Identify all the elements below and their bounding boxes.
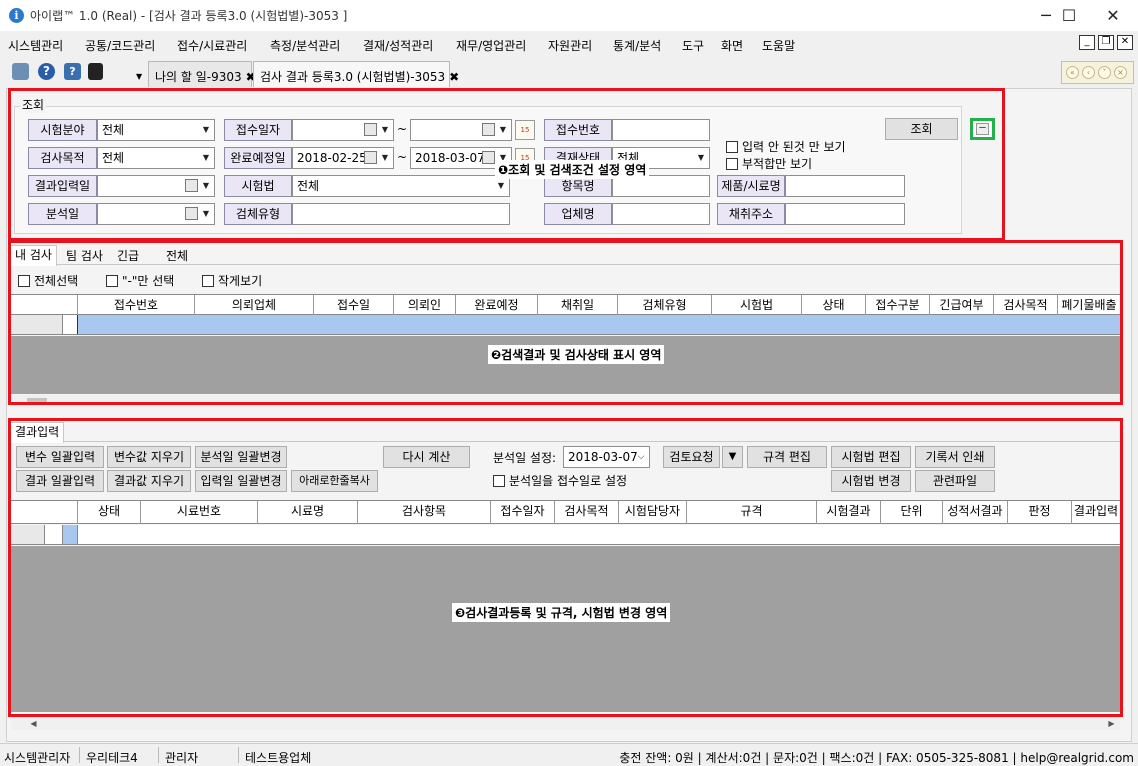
maximize-button[interactable]: ☐ xyxy=(1046,0,1092,31)
mdi-restore-icon[interactable]: ❐ xyxy=(1098,35,1114,50)
nav-close-icon[interactable]: × xyxy=(1114,66,1127,79)
menu-common-code[interactable]: 공통/코드관리 xyxy=(85,37,155,54)
status-divider xyxy=(238,747,239,763)
scroll-right-icon[interactable]: ▶ xyxy=(1105,717,1118,730)
result-horizontal-scrollbar[interactable]: ◀ ▶ xyxy=(11,717,1120,730)
status-test-company: 테스트용업체 xyxy=(245,751,312,765)
manual-icon[interactable]: ? xyxy=(64,63,81,80)
status-divider xyxy=(79,747,80,763)
tab-my-tasks-label: 나의 할 일-9303 xyxy=(155,70,242,84)
window-title: 아이랩™ 1.0 (Real) - [검사 결과 등록3.0 (시험법별)-30… xyxy=(30,9,348,23)
menu-statistics[interactable]: 통계/분석 xyxy=(613,37,661,54)
menu-receipt-sample[interactable]: 접수/시료관리 xyxy=(177,37,247,54)
tab-result-entry[interactable]: 검사 결과 등록3.0 (시험법별)-3053 ✖ xyxy=(253,61,459,87)
tab-close-icon[interactable]: ✖ xyxy=(449,70,459,84)
search-area-caption: ❶조회 및 검색조건 설정 영역 xyxy=(495,160,650,179)
menu-finance-sales[interactable]: 재무/영업관리 xyxy=(456,37,526,54)
toolbar-dropdown-icon[interactable]: ▼ xyxy=(136,72,142,81)
title-bar: i 아이랩™ 1.0 (Real) - [검사 결과 등록3.0 (시험법별)-… xyxy=(0,0,1138,31)
list-icon[interactable] xyxy=(12,63,29,80)
list-area-highlight xyxy=(8,240,1123,405)
result-area-highlight xyxy=(8,418,1123,717)
menu-measure-analysis[interactable]: 측정/분석관리 xyxy=(270,37,340,54)
mdi-minimize-icon[interactable]: _ xyxy=(1079,35,1095,50)
nav-panel: « ‹ ˅ × xyxy=(1061,61,1134,84)
close-button[interactable]: ✕ xyxy=(1090,0,1136,31)
status-divider xyxy=(158,747,159,763)
menu-tools[interactable]: 도구 xyxy=(682,37,704,54)
app-info-icon: i xyxy=(9,8,24,23)
status-user: 시스템관리자 xyxy=(4,751,71,765)
mdi-close-icon[interactable]: ✕ xyxy=(1117,35,1133,50)
nav-down-icon[interactable]: ˅ xyxy=(1098,66,1111,79)
tab-result-entry-label: 검사 결과 등록3.0 (시험법별)-3053 xyxy=(260,70,446,84)
menu-resource[interactable]: 자원관리 xyxy=(548,37,592,54)
book-icon[interactable] xyxy=(88,63,103,80)
status-bar: 시스템관리자 우리테크4 관리자 테스트용업체 충전 잔액: 0원 | 계산서:… xyxy=(0,743,1138,766)
status-company: 우리테크4 xyxy=(86,751,138,765)
nav-first-icon[interactable]: « xyxy=(1066,66,1079,79)
help-icon[interactable]: ? xyxy=(38,63,55,80)
list-area-caption: ❷검색결과 및 검사상태 표시 영역 xyxy=(488,345,665,364)
menu-system[interactable]: 시스템관리 xyxy=(8,37,63,54)
nav-prev-icon[interactable]: ‹ xyxy=(1082,66,1095,79)
menu-screen[interactable]: 화면 xyxy=(721,37,743,54)
tab-my-tasks[interactable]: 나의 할 일-9303 ✖ xyxy=(148,61,256,87)
scroll-left-icon[interactable]: ◀ xyxy=(27,717,40,730)
menu-help[interactable]: 도움말 xyxy=(762,37,795,54)
status-info: 충전 잔액: 0원 | 계산서:0건 | 문자:0건 | 팩스:0건 | FAX… xyxy=(619,751,1134,765)
status-role: 관리자 xyxy=(165,751,199,765)
result-area-caption: ❸검사결과등록 및 규격, 시험법 변경 영역 xyxy=(452,603,671,622)
menu-bar: 시스템관리 공통/코드관리 접수/시료관리 측정/분석관리 결재/성적관리 재무… xyxy=(0,31,1138,57)
menu-approval-report[interactable]: 결재/성적관리 xyxy=(363,37,433,54)
